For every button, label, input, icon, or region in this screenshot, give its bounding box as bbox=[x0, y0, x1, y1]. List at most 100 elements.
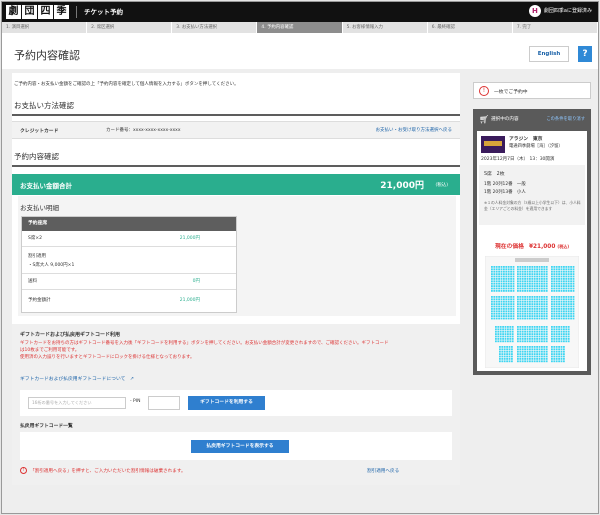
seat[interactable] bbox=[493, 275, 496, 278]
seat[interactable] bbox=[543, 290, 546, 292]
seat[interactable] bbox=[536, 273, 538, 275]
seat[interactable] bbox=[533, 358, 536, 360]
seat[interactable] bbox=[519, 282, 522, 285]
seat[interactable] bbox=[563, 330, 565, 333]
seat[interactable] bbox=[503, 296, 505, 298]
seat[interactable] bbox=[524, 275, 526, 278]
seat[interactable] bbox=[536, 305, 538, 308]
seat[interactable] bbox=[495, 282, 498, 285]
seat[interactable] bbox=[493, 282, 496, 285]
seat[interactable] bbox=[491, 266, 493, 268]
seat[interactable] bbox=[572, 285, 575, 287]
seat[interactable] bbox=[526, 282, 529, 285]
seat[interactable] bbox=[553, 330, 556, 333]
seat[interactable] bbox=[519, 326, 522, 328]
seat[interactable] bbox=[505, 275, 508, 278]
seat[interactable] bbox=[553, 268, 556, 271]
seat[interactable] bbox=[517, 312, 519, 315]
seat[interactable] bbox=[504, 340, 507, 343]
seat[interactable] bbox=[570, 317, 572, 320]
seat[interactable] bbox=[503, 353, 506, 355]
seat[interactable] bbox=[533, 290, 536, 292]
seat[interactable] bbox=[572, 290, 575, 292]
seat[interactable] bbox=[551, 303, 553, 305]
seat[interactable] bbox=[526, 280, 529, 283]
seat[interactable] bbox=[521, 330, 524, 333]
seat[interactable] bbox=[510, 312, 512, 315]
seat[interactable] bbox=[505, 270, 508, 273]
seat[interactable] bbox=[563, 317, 565, 320]
seat[interactable] bbox=[500, 290, 503, 292]
seat[interactable] bbox=[519, 305, 522, 308]
seat[interactable] bbox=[498, 310, 500, 313]
seat[interactable] bbox=[529, 330, 531, 333]
seat[interactable] bbox=[493, 315, 496, 317]
seat[interactable] bbox=[529, 268, 531, 271]
seat[interactable] bbox=[555, 333, 558, 335]
seat[interactable] bbox=[519, 346, 522, 348]
seat[interactable] bbox=[503, 273, 505, 275]
seat[interactable] bbox=[500, 312, 503, 315]
seat[interactable] bbox=[524, 312, 526, 315]
seat[interactable] bbox=[524, 315, 526, 317]
seat[interactable] bbox=[565, 285, 568, 287]
seat[interactable] bbox=[555, 348, 558, 351]
seat[interactable] bbox=[519, 268, 522, 271]
seat[interactable] bbox=[565, 330, 568, 333]
seat[interactable] bbox=[551, 346, 553, 348]
seat[interactable] bbox=[533, 350, 536, 353]
seat[interactable] bbox=[502, 340, 504, 343]
seat[interactable] bbox=[533, 335, 536, 338]
help-button[interactable]: ? bbox=[578, 46, 592, 62]
seat[interactable] bbox=[545, 333, 548, 335]
seat[interactable] bbox=[553, 348, 556, 351]
seat[interactable] bbox=[533, 330, 536, 333]
seat[interactable] bbox=[572, 275, 575, 278]
seat[interactable] bbox=[517, 296, 519, 298]
seat[interactable] bbox=[512, 315, 515, 317]
seat[interactable] bbox=[503, 303, 505, 305]
seat[interactable] bbox=[501, 355, 504, 358]
seat[interactable] bbox=[570, 312, 572, 315]
seat[interactable] bbox=[529, 296, 531, 298]
seat[interactable] bbox=[524, 310, 526, 313]
seat[interactable] bbox=[526, 266, 529, 268]
seat[interactable] bbox=[526, 340, 529, 343]
seat[interactable] bbox=[572, 303, 575, 305]
seat[interactable] bbox=[510, 287, 512, 290]
seat[interactable] bbox=[531, 298, 534, 301]
seat[interactable] bbox=[563, 340, 565, 343]
seat[interactable] bbox=[572, 268, 575, 271]
seat[interactable] bbox=[536, 270, 538, 273]
seat[interactable] bbox=[567, 303, 570, 305]
seat[interactable] bbox=[541, 275, 543, 278]
seat[interactable] bbox=[536, 358, 538, 360]
seat[interactable] bbox=[538, 290, 541, 292]
seat[interactable] bbox=[511, 353, 513, 355]
seat[interactable] bbox=[526, 303, 529, 305]
seat[interactable] bbox=[545, 266, 548, 268]
seat[interactable] bbox=[563, 303, 565, 305]
seat[interactable] bbox=[536, 290, 538, 292]
seat[interactable] bbox=[567, 308, 570, 310]
seat[interactable] bbox=[500, 268, 503, 271]
seat[interactable] bbox=[495, 278, 498, 280]
seat[interactable] bbox=[570, 268, 572, 271]
seat[interactable] bbox=[517, 355, 519, 358]
seat[interactable] bbox=[555, 285, 558, 287]
seat[interactable] bbox=[493, 278, 496, 280]
seat[interactable] bbox=[524, 358, 526, 360]
seat[interactable] bbox=[495, 298, 498, 301]
seat[interactable] bbox=[524, 280, 526, 283]
seat[interactable] bbox=[500, 280, 503, 283]
seat[interactable] bbox=[519, 315, 522, 317]
seat[interactable] bbox=[541, 312, 543, 315]
seat[interactable] bbox=[533, 355, 536, 358]
seat[interactable] bbox=[499, 326, 502, 328]
seat[interactable] bbox=[519, 287, 522, 290]
seat[interactable] bbox=[529, 285, 531, 287]
seat[interactable] bbox=[507, 330, 509, 333]
seat[interactable] bbox=[498, 298, 500, 301]
seat[interactable] bbox=[529, 338, 531, 340]
seat[interactable] bbox=[517, 266, 519, 268]
